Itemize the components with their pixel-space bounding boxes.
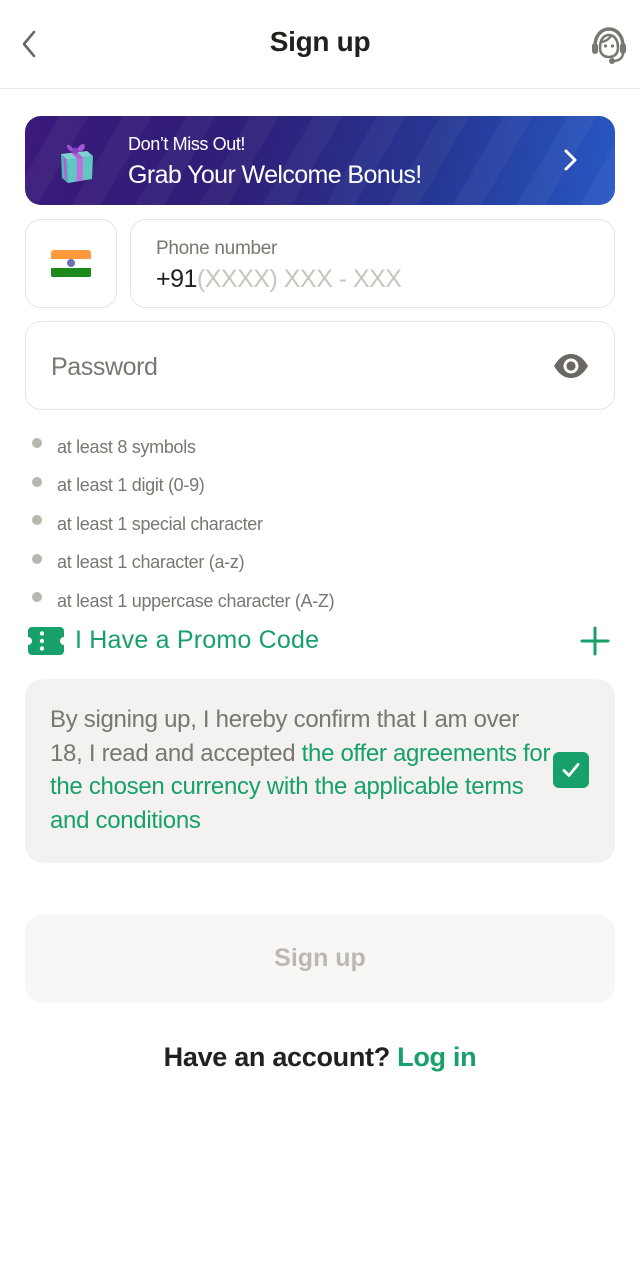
bullet-icon (32, 476, 42, 487)
phone-country-prefix: +91 (156, 265, 197, 293)
requirement-text: at least 8 symbols (57, 436, 196, 457)
country-code-selector[interactable] (25, 219, 117, 308)
bullet-icon (32, 515, 42, 526)
password-placeholder: Password (51, 353, 158, 381)
gift-icon (61, 144, 93, 183)
bullet-icon (32, 553, 42, 564)
checkmark-icon (562, 763, 580, 777)
requirement-text: at least 1 character (a-z) (57, 552, 245, 573)
have-account-text: Have an account? (163, 1042, 391, 1072)
india-flag-icon (51, 249, 91, 278)
terms-text: By signing up, I hereby confirm that I a… (50, 703, 555, 837)
promo-code-label: I Have a Promo Code (75, 626, 320, 654)
banner-title: Grab Your Welcome Bonus! (128, 161, 422, 189)
header: Sign up (0, 0, 640, 89)
terms-agreement: By signing up, I hereby confirm that I a… (25, 679, 615, 863)
requirement-text: at least 1 digit (0-9) (57, 475, 205, 496)
phone-number-value[interactable]: +91(XXXX) XXX - XXX (156, 265, 402, 294)
promo-code-toggle[interactable]: I Have a Promo Code (28, 622, 612, 660)
phone-number-input[interactable]: Phone number +91(XXXX) XXX - XXX (130, 219, 615, 308)
password-requirements-list: at least 8 symbols at least 1 digit (0-9… (32, 428, 335, 621)
login-prompt: Have an account? Log in (0, 1042, 640, 1073)
phone-placeholder: (XXXX) XXX - XXX (196, 265, 402, 293)
login-link[interactable]: Log in (397, 1042, 476, 1072)
page-title: Sign up (269, 26, 371, 57)
password-requirement: at least 1 uppercase character (A-Z) (32, 582, 335, 621)
customer-support-headset-icon (592, 27, 626, 64)
password-requirement: at least 1 character (a-z) (32, 544, 334, 583)
bullet-icon (32, 592, 42, 603)
chevron-right-icon (564, 149, 577, 171)
bullet-icon (32, 438, 42, 449)
eye-icon (554, 354, 588, 378)
welcome-bonus-banner[interactable]: Don’t Miss Out! Grab Your Welcome Bonus! (25, 116, 615, 205)
support-button[interactable] (588, 24, 630, 66)
requirement-text: at least 1 special character (57, 513, 263, 534)
plus-icon[interactable] (579, 625, 611, 657)
requirement-text: at least 1 uppercase character (A-Z) (57, 590, 335, 611)
password-requirement: at least 8 symbols (32, 428, 334, 467)
terms-checkbox[interactable] (553, 752, 589, 788)
password-input[interactable]: Password (25, 321, 615, 410)
password-requirement: at least 1 digit (0-9) (32, 467, 334, 506)
sign-up-button[interactable]: Sign up (25, 914, 615, 1003)
password-requirement: at least 1 special character (32, 505, 334, 544)
toggle-password-visibility-button[interactable] (552, 351, 590, 381)
ticket-icon (28, 627, 64, 655)
phone-number-label: Phone number (156, 238, 278, 259)
banner-subtitle: Don’t Miss Out! (128, 134, 246, 154)
